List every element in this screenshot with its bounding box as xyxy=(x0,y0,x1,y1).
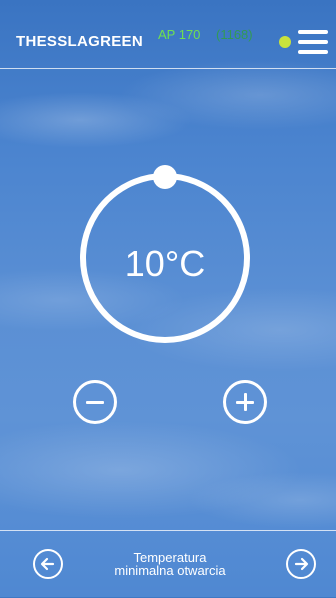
decrease-button[interactable] xyxy=(73,380,117,424)
increase-button[interactable] xyxy=(223,380,267,424)
connection-status-dot xyxy=(279,36,291,48)
previous-button[interactable] xyxy=(33,549,63,579)
temperature-value: 10°C xyxy=(124,243,206,284)
menu-button[interactable] xyxy=(296,28,330,56)
bottom-navigation: Temperatura minimalna otwarcia xyxy=(0,530,336,598)
arrow-right-circle-icon xyxy=(294,557,309,571)
minus-circle-icon xyxy=(86,401,104,404)
temperature-dial[interactable]: 10°C xyxy=(80,165,260,355)
setting-label-line2: minimalna otwarcia xyxy=(114,563,226,578)
hamburger-menu-icon xyxy=(298,50,328,54)
top-bar: THESSLAGREEN AP 170 (1168) xyxy=(0,0,336,69)
plus-circle-icon-vertical xyxy=(244,393,247,411)
setting-label: Temperatura minimalna otwarcia xyxy=(80,551,260,577)
dial-knob[interactable] xyxy=(153,165,177,189)
hamburger-menu-icon xyxy=(298,40,328,44)
hamburger-menu-icon xyxy=(298,30,328,34)
device-serial: (1168) xyxy=(216,27,253,42)
next-button[interactable] xyxy=(286,549,316,579)
arrow-left-circle-icon xyxy=(40,557,55,571)
device-model: AP 170 xyxy=(158,27,201,42)
brand-title: THESSLAGREEN xyxy=(16,33,143,50)
